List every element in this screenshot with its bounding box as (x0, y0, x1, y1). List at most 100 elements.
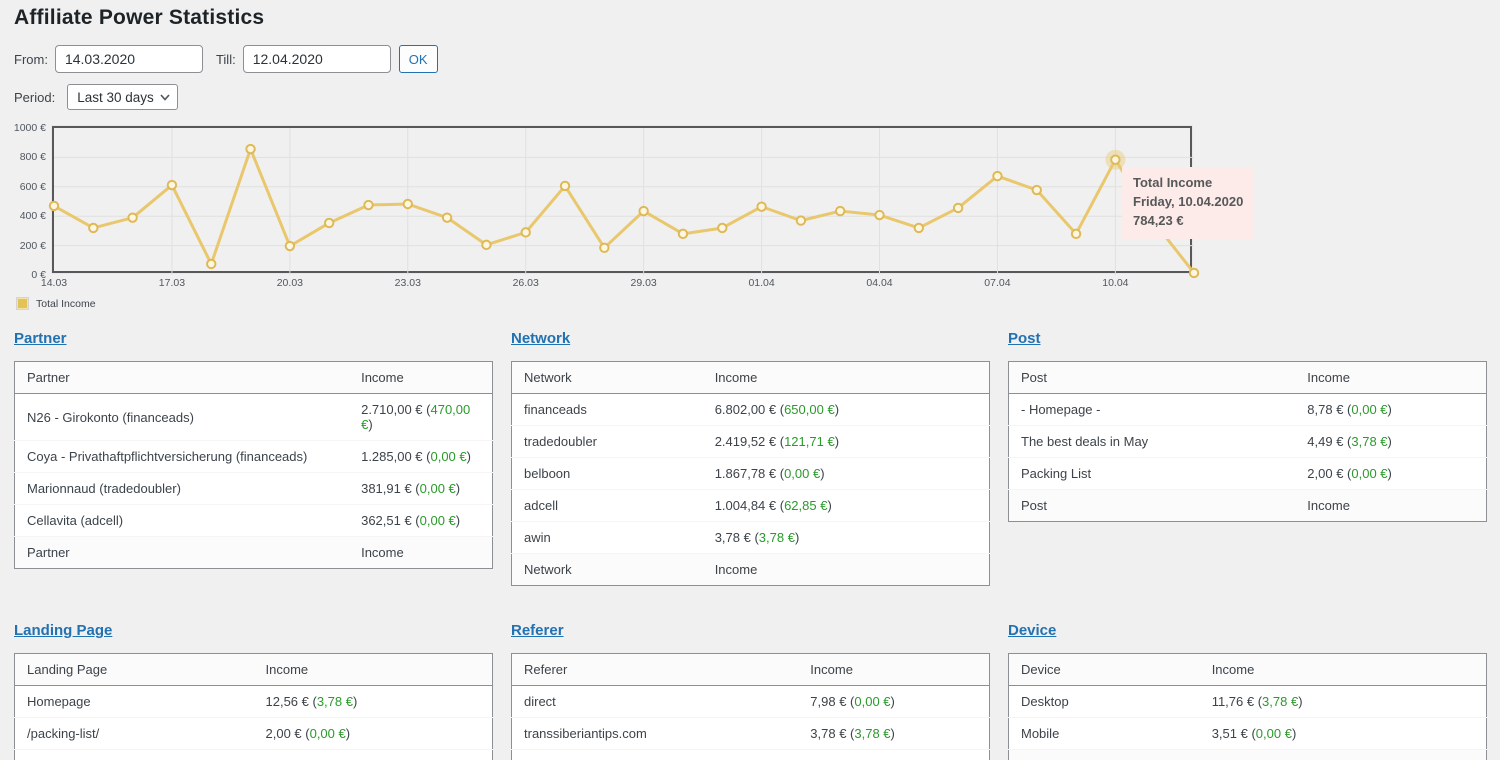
table-row: google.com2,80 € (0,00 €) (512, 750, 990, 760)
data-point-marker[interactable] (954, 204, 962, 212)
stat-table: RefererIncomedirect7,98 € (0,00 €)transs… (511, 653, 990, 760)
table-row: Packing List2,00 € (0,00 €) (1009, 458, 1487, 490)
label-column-footer: Device (1009, 750, 1200, 760)
section-heading-link[interactable]: Device (1008, 622, 1056, 639)
income-cell: 2.710,00 € (470,00 €) (349, 394, 492, 441)
table-row: Homepage12,56 € (3,78 €) (15, 686, 493, 718)
data-point-marker[interactable] (639, 207, 647, 215)
data-point-marker[interactable] (915, 224, 923, 232)
label-column-header: Network (512, 362, 703, 394)
data-point-marker[interactable] (757, 202, 765, 210)
label-cell: direct (512, 686, 799, 718)
income-column-footer: Income (349, 537, 492, 569)
table-row: /deals-may/0,71 € (0,00 €) (15, 750, 493, 760)
income-change-value: 0,00 € (420, 513, 456, 528)
income-column-header: Income (1295, 362, 1486, 394)
income-cell: 4,49 € (3,78 €) (1295, 426, 1486, 458)
table-footer-row: PostIncome (1009, 490, 1487, 522)
table-header-row: Landing PageIncome (15, 654, 493, 686)
income-change-value: 0,00 € (854, 694, 890, 709)
till-date-input[interactable] (243, 45, 391, 73)
data-point-marker[interactable] (1111, 156, 1119, 164)
table-row: N26 - Girokonto (financeads)2.710,00 € (… (15, 394, 493, 441)
data-point-marker[interactable] (246, 145, 254, 153)
y-axis-tick-label: 0 € (0, 269, 46, 281)
data-point-marker[interactable] (286, 242, 294, 250)
section-heading-link[interactable]: Post (1008, 330, 1041, 347)
table-header-row: DeviceIncome (1009, 654, 1487, 686)
section-landing-page: Landing Page Landing PageIncomeHomepage1… (14, 622, 493, 760)
data-point-marker[interactable] (128, 213, 136, 221)
label-cell: Coya - Privathaftpflichtversicherung (fi… (15, 441, 350, 473)
tooltip-series: Total Income (1133, 174, 1243, 193)
data-point-marker[interactable] (522, 228, 530, 236)
data-point-marker[interactable] (1190, 269, 1198, 277)
data-point-marker[interactable] (89, 224, 97, 232)
data-point-marker[interactable] (482, 241, 490, 249)
period-label: Period: (14, 90, 55, 105)
income-column-header: Income (349, 362, 492, 394)
period-select[interactable]: Last 30 days (67, 84, 178, 110)
table-row: Cellavita (adcell)362,51 € (0,00 €) (15, 505, 493, 537)
data-point-marker[interactable] (875, 211, 883, 219)
chart-plot-area[interactable]: Total Income Friday, 10.04.2020 784,23 € (52, 126, 1192, 273)
data-point-marker[interactable] (561, 182, 569, 190)
data-point-marker[interactable] (404, 200, 412, 208)
stat-table: NetworkIncomefinanceads6.802,00 € (650,0… (511, 361, 990, 586)
label-column-header: Post (1009, 362, 1296, 394)
chart-tooltip: Total Income Friday, 10.04.2020 784,23 € (1122, 167, 1254, 239)
label-column-header: Device (1009, 654, 1200, 686)
section-partner: Partner PartnerIncome N26 - Girokonto (fi… (14, 330, 493, 586)
data-point-marker[interactable] (836, 207, 844, 215)
data-point-marker[interactable] (679, 230, 687, 238)
table-footer-row: PartnerIncome (15, 537, 493, 569)
section-heading-link[interactable]: Landing Page (14, 622, 112, 639)
period-selected-value: Last 30 days (77, 90, 154, 105)
data-point-marker[interactable] (1072, 230, 1080, 238)
income-cell: 1.867,78 € (0,00 €) (703, 458, 990, 490)
data-point-marker[interactable] (1033, 186, 1041, 194)
section-referer: Referer RefererIncomedirect7,98 € (0,00 … (511, 622, 990, 760)
table-row: The best deals in May4,49 € (3,78 €) (1009, 426, 1487, 458)
table-row: belboon1.867,78 € (0,00 €) (512, 458, 990, 490)
data-point-marker[interactable] (207, 260, 215, 268)
income-cell: 6.802,00 € (650,00 €) (703, 394, 990, 426)
data-point-marker[interactable] (168, 181, 176, 189)
stat-tables-grid: Partner PartnerIncome N26 - Girokonto (fi… (0, 330, 1500, 760)
data-point-marker[interactable] (443, 213, 451, 221)
from-date-input[interactable] (55, 45, 203, 73)
section-network: Network NetworkIncomefinanceads6.802,00 … (511, 330, 990, 586)
label-cell: The best deals in May (1009, 426, 1296, 458)
label-cell: awin (512, 522, 703, 554)
section-device: Device DeviceIncomeDesktop11,76 € (3,78 … (1008, 622, 1487, 760)
ok-button[interactable]: OK (399, 45, 438, 73)
label-cell: Desktop (1009, 686, 1200, 718)
y-axis-tick-label: 600 € (0, 181, 46, 193)
income-cell: 2,80 € (0,00 €) (798, 750, 989, 760)
label-column-footer: Network (512, 554, 703, 586)
from-label: From: (14, 52, 48, 67)
table-row: - Homepage -8,78 € (0,00 €) (1009, 394, 1487, 426)
income-cell: 2,00 € (0,00 €) (1295, 458, 1486, 490)
table-header-row: PostIncome (1009, 362, 1487, 394)
section-heading-link[interactable]: Partner (14, 330, 67, 347)
page-title: Affiliate Power Statistics (14, 6, 1500, 30)
label-column-header: Referer (512, 654, 799, 686)
table-footer-row: NetworkIncome (512, 554, 990, 586)
data-point-marker[interactable] (364, 201, 372, 209)
section-heading-link[interactable]: Referer (511, 622, 564, 639)
table-row: transsiberiantips.com3,78 € (3,78 €) (512, 718, 990, 750)
x-axis-tick-label: 07.04 (984, 277, 1010, 289)
data-point-marker[interactable] (797, 216, 805, 224)
section-heading-link[interactable]: Network (511, 330, 570, 347)
data-point-marker[interactable] (50, 202, 58, 210)
label-cell: /deals-may/ (15, 750, 254, 760)
data-point-marker[interactable] (325, 219, 333, 227)
income-cell: 1.004,84 € (62,85 €) (703, 490, 990, 522)
x-axis-tick-label: 23.03 (395, 277, 421, 289)
income-cell: 12,56 € (3,78 €) (254, 686, 493, 718)
data-point-marker[interactable] (600, 244, 608, 252)
label-cell: Cellavita (adcell) (15, 505, 350, 537)
data-point-marker[interactable] (718, 224, 726, 232)
data-point-marker[interactable] (993, 172, 1001, 180)
